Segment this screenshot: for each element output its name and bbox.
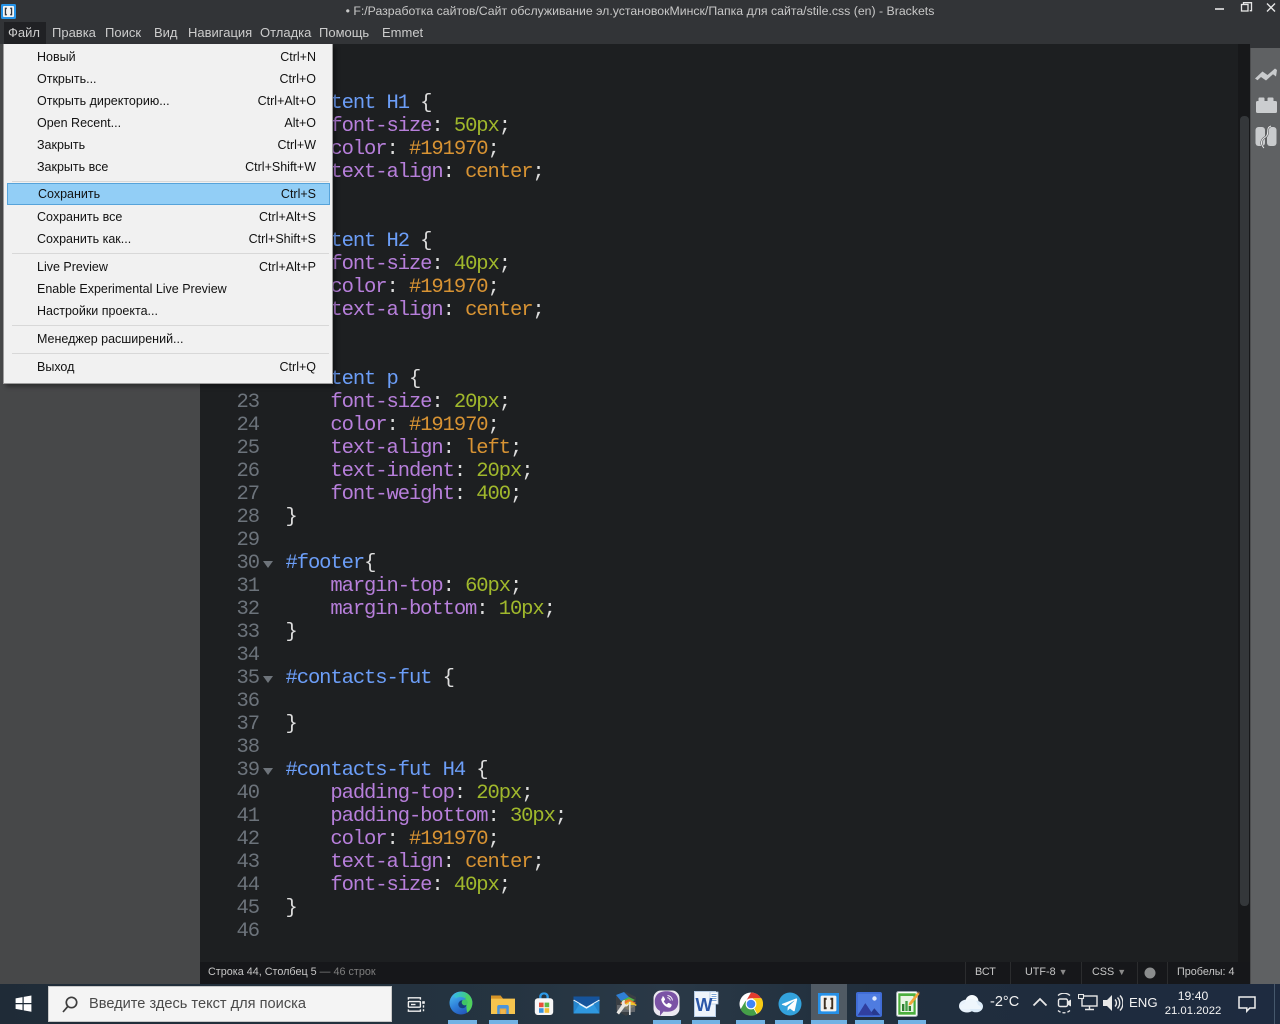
svg-text:W: W	[696, 995, 713, 1015]
